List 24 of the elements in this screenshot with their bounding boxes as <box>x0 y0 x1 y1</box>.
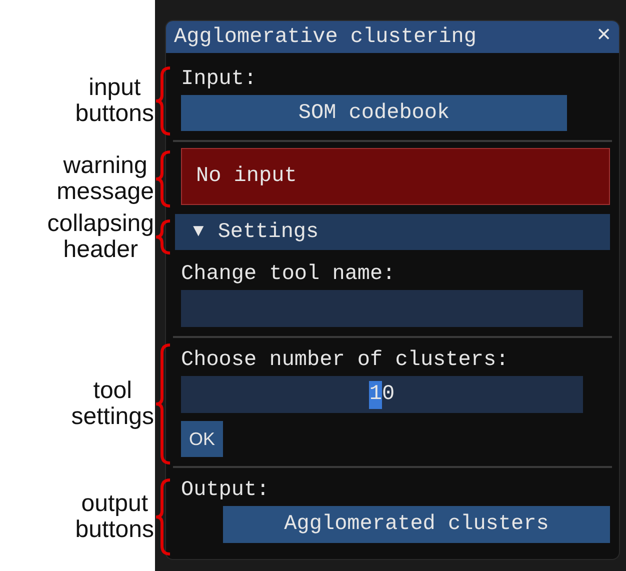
triangle-icon: ▼ <box>193 223 204 241</box>
annotation-label: input buttons <box>75 75 154 127</box>
warning-text: No input <box>196 166 297 187</box>
clusters-label: Choose number of clusters: <box>181 350 510 372</box>
annotation-label: collapsing header <box>47 211 154 263</box>
annotation-label: output buttons <box>75 491 154 543</box>
settings-label: Settings <box>218 222 319 242</box>
annotation-label: tool settings <box>71 378 154 430</box>
som-codebook-button[interactable]: SOM codebook <box>181 95 567 131</box>
ok-button[interactable]: OK <box>181 421 223 457</box>
brace-icon <box>154 343 172 465</box>
tool-name-field[interactable] <box>181 290 583 327</box>
tool-name-label: Change tool name: <box>181 264 396 286</box>
window-title: Agglomerative clustering <box>174 26 476 48</box>
brace-icon <box>154 150 172 208</box>
close-button[interactable]: × <box>596 25 611 49</box>
brace-icon <box>154 478 172 556</box>
brace-icon <box>154 66 172 136</box>
brace-icon <box>154 219 172 255</box>
agglomerated-clusters-button[interactable]: Agglomerated clusters <box>223 506 610 543</box>
settings-header[interactable]: ▼ Settings <box>175 214 610 250</box>
input-label: Input: <box>181 69 258 91</box>
clusters-field[interactable]: 10 <box>181 376 583 413</box>
output-label: Output: <box>181 480 270 502</box>
